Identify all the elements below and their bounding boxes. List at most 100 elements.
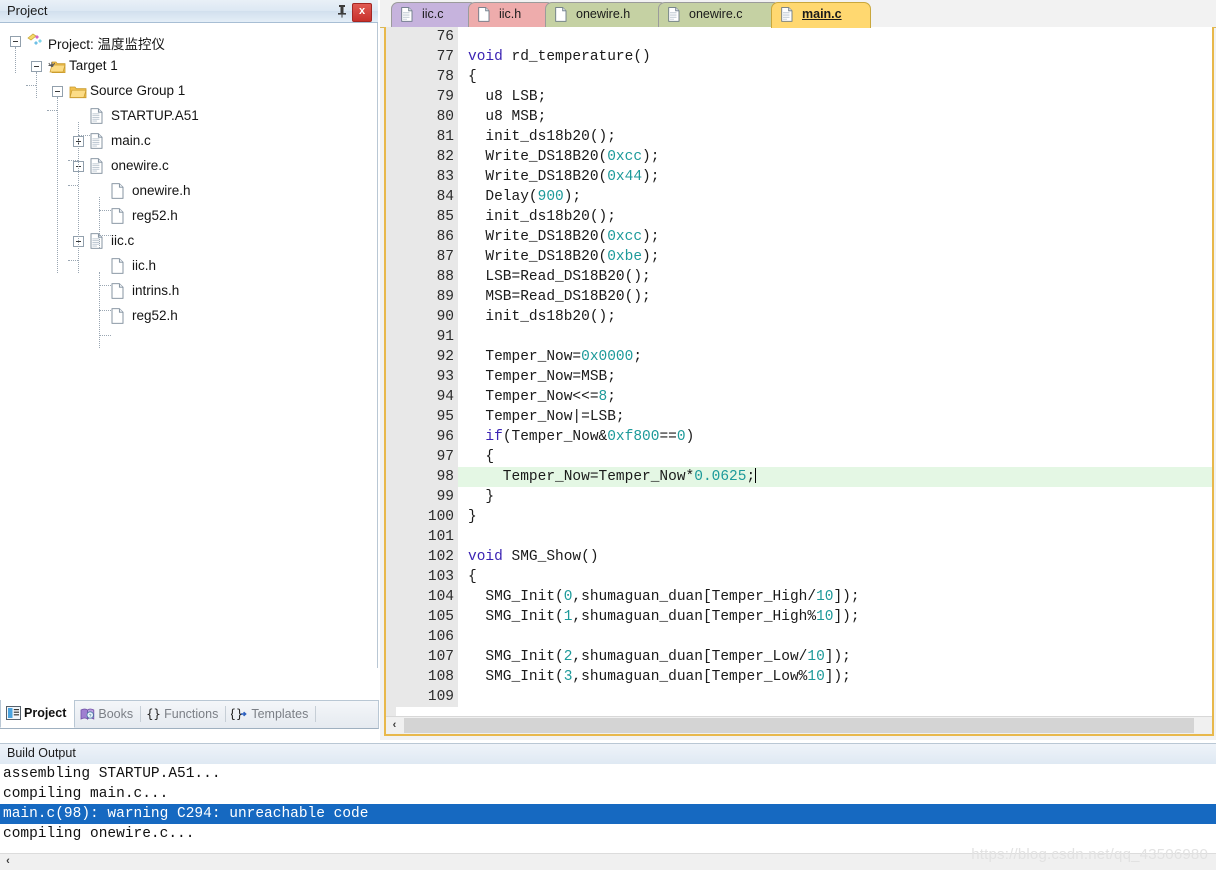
build-output-line[interactable]: compiling onewire.c... xyxy=(0,824,1216,844)
line-number: 76 xyxy=(386,27,458,47)
tree-connector xyxy=(99,210,111,212)
tree-item-project[interactable]: Project: 温度监控仪 xyxy=(0,29,377,54)
code-line[interactable]: 82 Write_DS18B20(0xcc); xyxy=(386,147,1212,167)
plain-token: ); xyxy=(642,149,660,165)
build-output-line[interactable]: main.c(98): warning C294: unreachable co… xyxy=(0,804,1216,824)
line-number: 92 xyxy=(386,347,458,367)
pushpin-icon[interactable] xyxy=(334,3,350,19)
editor-tab-iic-h[interactable]: iic.h xyxy=(468,2,554,27)
code-text: SMG_Init(1,shumaguan_duan[Temper_High%10… xyxy=(468,607,859,627)
code-editor[interactable]: 76 77 void rd_temperature() 78{79 u8 LSB; 80… xyxy=(386,27,1212,716)
plain-token: ); xyxy=(642,169,660,185)
plain-token: Temper_Now= xyxy=(468,349,582,365)
code-line[interactable]: 85 init_ds18b20(); xyxy=(386,207,1212,227)
code-line[interactable]: 78 { xyxy=(386,67,1212,87)
code-text: } xyxy=(468,487,494,507)
code-line[interactable]: 107 SMG_Init(2,shumaguan_duan[Temper_Low… xyxy=(386,647,1212,667)
code-line[interactable]: 108 SMG_Init(3,shumaguan_duan[Temper_Low… xyxy=(386,667,1212,687)
line-number: 84 xyxy=(386,187,458,207)
code-line[interactable]: 86 Write_DS18B20(0xcc); xyxy=(386,227,1212,247)
editor-tab-onewire-h[interactable]: onewire.h xyxy=(545,2,667,27)
header-file-icon xyxy=(111,308,124,327)
tree-connector xyxy=(47,110,57,112)
project-tree[interactable]: Project: 温度监控仪 Target 1 Source Group 1 STAR… xyxy=(0,23,378,668)
code-text: Write_DS18B20(0x44); xyxy=(468,167,659,187)
code-line[interactable]: 97 { xyxy=(386,447,1212,467)
code-line[interactable]: 84 Delay(900); xyxy=(386,187,1212,207)
editor-horizontal-scrollbar[interactable]: ‹ xyxy=(386,716,1212,734)
code-line[interactable]: 95 Temper_Now|=LSB; xyxy=(386,407,1212,427)
code-line[interactable]: 109 xyxy=(386,687,1212,707)
line-number: 99 xyxy=(386,487,458,507)
code-line[interactable]: 87 Write_DS18B20(0xbe); xyxy=(386,247,1212,267)
code-line[interactable]: 99 } xyxy=(386,487,1212,507)
editor-tab-iic-c[interactable]: iic.c xyxy=(391,2,477,27)
tree-item-target1[interactable]: Target 1 xyxy=(0,54,377,79)
code-line[interactable]: 83 Write_DS18B20(0x44); xyxy=(386,167,1212,187)
line-number: 100 xyxy=(386,507,458,527)
plain-token: Temper_Now|=LSB; xyxy=(468,409,625,425)
code-line[interactable]: 101 xyxy=(386,527,1212,547)
code-line[interactable]: 88 LSB=Read_DS18B20(); xyxy=(386,267,1212,287)
line-number: 81 xyxy=(386,127,458,147)
editor-tab-label: onewire.h xyxy=(576,7,631,21)
editor-tab-onewire-c[interactable]: onewire.c xyxy=(658,2,780,27)
editor-scroll-thumb[interactable] xyxy=(404,718,1194,733)
code-line[interactable]: 89 MSB=Read_DS18B20(); xyxy=(386,287,1212,307)
number-token: 10 xyxy=(807,649,825,665)
line-number: 94 xyxy=(386,387,458,407)
plain-token: { xyxy=(468,569,477,585)
code-lines[interactable]: 76 77 void rd_temperature() 78{79 u8 LSB; 80… xyxy=(386,27,1212,707)
close-icon[interactable]: x xyxy=(352,3,372,22)
code-line[interactable]: 79 u8 LSB; xyxy=(386,87,1212,107)
tree-item-label: reg52.h xyxy=(132,208,178,223)
code-line[interactable]: 92 Temper_Now=0x0000; xyxy=(386,347,1212,367)
tree-connector xyxy=(57,97,59,273)
bottom-tab-books[interactable]: ? Books xyxy=(75,701,142,727)
code-line[interactable]: 98 Temper_Now=Temper_Now*0.0625; xyxy=(386,467,1212,487)
code-line[interactable]: 96 if(Temper_Now&0xf800==0) xyxy=(386,427,1212,447)
plain-token: Write_DS18B20( xyxy=(468,149,608,165)
code-text: SMG_Init(3,shumaguan_duan[Temper_Low%10]… xyxy=(468,667,851,687)
plain-token: } xyxy=(468,489,495,505)
build-horizontal-scrollbar[interactable]: ‹ xyxy=(0,853,1216,870)
plain-token: Temper_Now=Temper_Now* xyxy=(468,469,695,485)
code-line[interactable]: 76 xyxy=(386,27,1212,47)
scroll-left-arrow-icon[interactable]: ‹ xyxy=(386,717,403,734)
build-output-log[interactable]: assembling STARTUP.A51... compiling main.… xyxy=(0,764,1216,853)
collapse-icon[interactable] xyxy=(52,86,63,97)
bottom-tab-templates[interactable]: {}Templates xyxy=(226,701,317,727)
tree-connector xyxy=(15,47,17,73)
editor-tab-main-c[interactable]: main.c xyxy=(771,2,871,28)
plain-token: Write_DS18B20( xyxy=(468,169,608,185)
build-scroll-left-arrow-icon[interactable]: ‹ xyxy=(0,854,16,870)
code-line[interactable]: 105 SMG_Init(1,shumaguan_duan[Temper_Hig… xyxy=(386,607,1212,627)
code-line[interactable]: 80 u8 MSB; xyxy=(386,107,1212,127)
code-text: Write_DS18B20(0xcc); xyxy=(468,147,659,167)
build-output-line[interactable]: compiling main.c... xyxy=(0,784,1216,804)
tree-item-intrins.h[interactable]: intrins.h xyxy=(0,279,377,304)
number-token: 0.0625 xyxy=(694,469,747,485)
collapse-icon[interactable] xyxy=(10,36,21,47)
line-number: 88 xyxy=(386,267,458,287)
bottom-tab-functions[interactable]: {} Functions xyxy=(141,701,227,727)
code-line[interactable]: 81 init_ds18b20(); xyxy=(386,127,1212,147)
code-line[interactable]: 104 SMG_Init(0,shumaguan_duan[Temper_Hig… xyxy=(386,587,1212,607)
bottom-tab-project[interactable]: Project xyxy=(0,700,76,728)
line-number: 95 xyxy=(386,407,458,427)
tree-item-reg52.h[interactable]: reg52.h xyxy=(0,304,377,329)
collapse-icon[interactable] xyxy=(31,61,42,72)
code-line[interactable]: 100} xyxy=(386,507,1212,527)
code-line[interactable]: 93 Temper_Now=MSB; xyxy=(386,367,1212,387)
code-line[interactable]: 94 Temper_Now<<=8; xyxy=(386,387,1212,407)
line-number: 108 xyxy=(386,667,458,687)
code-line[interactable]: 103 { xyxy=(386,567,1212,587)
plain-token: Temper_Now=MSB; xyxy=(468,369,616,385)
code-line[interactable]: 106 xyxy=(386,627,1212,647)
build-output-line[interactable]: assembling STARTUP.A51... xyxy=(0,764,1216,784)
code-line[interactable]: 77 void rd_temperature() xyxy=(386,47,1212,67)
number-token: 0x0000 xyxy=(581,349,634,365)
code-line[interactable]: 102 void SMG_Show() xyxy=(386,547,1212,567)
code-line[interactable]: 91 xyxy=(386,327,1212,347)
code-line[interactable]: 90 init_ds18b20(); xyxy=(386,307,1212,327)
